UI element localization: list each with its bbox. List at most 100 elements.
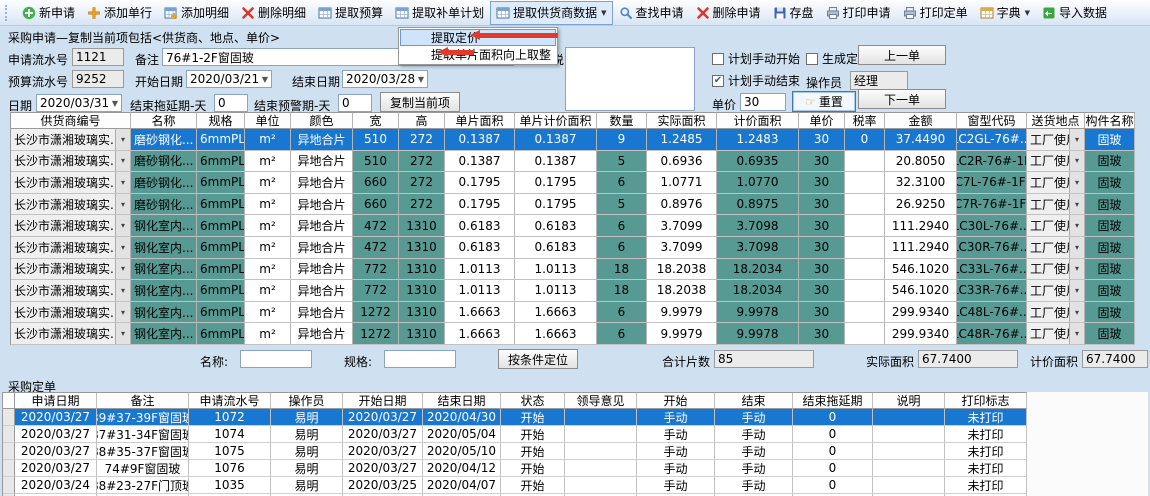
main-table-cell[interactable] (845, 259, 885, 281)
column-header[interactable]: 操作员 (271, 393, 343, 409)
main-table-cell[interactable]: 工厂使用▾ (1027, 151, 1085, 173)
main-table-cell[interactable]: 6 (597, 215, 647, 237)
toolbar-button-add-row[interactable]: 添加单行 (81, 1, 158, 25)
column-header[interactable]: 宽 (353, 113, 399, 129)
main-table-cell[interactable]: 9.9978 (717, 302, 799, 324)
main-table-cell[interactable]: 5 (597, 151, 647, 173)
orders-table-cell[interactable]: 易明 (271, 426, 343, 443)
main-table-cell[interactable]: 20.8050 (885, 151, 957, 173)
main-table-cell[interactable]: 30 (799, 323, 845, 345)
main-table-cell[interactable]: 1.2485 (647, 129, 717, 151)
main-table-cell[interactable]: 0.1387 (515, 151, 597, 173)
orders-table-cell[interactable] (565, 460, 637, 477)
chevron-down-icon[interactable]: ▼ (112, 99, 118, 108)
orders-table-cell[interactable]: 2020/05/04 (423, 426, 501, 443)
orders-table-cell[interactable]: 易明 (271, 460, 343, 477)
main-table-cell[interactable]: 3.7099 (647, 237, 717, 259)
main-table-cell[interactable]: 30 (799, 194, 845, 216)
main-table-cell[interactable]: 0.1387 (515, 129, 597, 151)
main-table-cell[interactable]: 18.2034 (717, 280, 799, 302)
orders-table-cell[interactable] (565, 426, 637, 443)
orders-table-cell[interactable]: 手动 (715, 443, 793, 460)
main-table-cell[interactable]: 0.6935 (717, 151, 799, 173)
chevron-down-icon[interactable]: ▾ (1069, 323, 1084, 344)
main-table-cell[interactable]: 472 (353, 237, 399, 259)
orders-table-cell[interactable]: 0 (793, 460, 873, 477)
toolbar-button-import[interactable]: 导入数据 (1036, 1, 1113, 25)
main-table-cell[interactable]: 3.7099 (647, 215, 717, 237)
main-table-cell[interactable]: LC30R-76#... (957, 237, 1027, 259)
main-table-cell[interactable]: 510 (353, 151, 399, 173)
main-table-cell[interactable]: LC2GL-76#... (957, 129, 1027, 151)
column-header[interactable]: 备注 (97, 393, 189, 409)
main-table-cell[interactable]: 6 (597, 323, 647, 345)
main-table-cell[interactable]: 3.7098 (717, 237, 799, 259)
main-table-cell[interactable]: 1310 (399, 237, 445, 259)
toolbar-button-save[interactable]: 存盘 (767, 1, 820, 25)
chevron-down-icon[interactable]: ▾ (1069, 215, 1084, 236)
orders-table-cell[interactable]: 未打印 (945, 477, 1027, 494)
chevron-down-icon[interactable]: ▼ (1025, 9, 1030, 17)
main-table-cell[interactable]: 钢化室内... (131, 302, 197, 324)
main-table-cell[interactable]: 1310 (399, 323, 445, 345)
orders-table-cell[interactable]: 74#9F窗固玻 (97, 460, 189, 477)
orders-table-cell[interactable]: 1074 (189, 426, 271, 443)
orders-table-cell[interactable]: 0 (793, 443, 873, 460)
orders-table-cell[interactable]: 1072 (189, 409, 271, 426)
main-table-cell[interactable]: LC48R-76#... (957, 323, 1027, 345)
main-table-cell[interactable]: 固玻 (1085, 194, 1135, 216)
main-table-cell[interactable]: 钢化室内... (131, 237, 197, 259)
main-table-cell[interactable]: 18.2038 (647, 280, 717, 302)
main-table-row[interactable]: 长沙市潇湘玻璃实...▾钢化室内...6mmPLE...m²异地合片127213… (11, 323, 1135, 345)
main-table-cell[interactable]: 异地合片 (291, 215, 353, 237)
reset-button[interactable]: ☞ 重置 (792, 91, 856, 112)
orders-table-cell[interactable]: 2020/04/07 (423, 477, 501, 494)
column-header[interactable]: 高 (399, 113, 445, 129)
main-table-cell[interactable]: 1.0113 (515, 259, 597, 281)
main-table-cell[interactable]: 长沙市潇湘玻璃实...▾ (11, 129, 131, 151)
main-table-cell[interactable]: 工厂使用▾ (1027, 237, 1085, 259)
orders-table-cell[interactable] (873, 443, 945, 460)
main-table-cell[interactable]: m² (245, 172, 291, 194)
main-table-cell[interactable]: 工厂使用▾ (1027, 129, 1085, 151)
main-table-cell[interactable] (845, 237, 885, 259)
orders-table-cell[interactable]: 未打印 (945, 426, 1027, 443)
toolbar-button-grid[interactable]: 提取供货商数据▼ (490, 1, 612, 25)
main-table-cell[interactable]: 30 (799, 280, 845, 302)
main-table-row[interactable]: 长沙市潇湘玻璃实...▾钢化室内...6mmPLE...m²异地合片472131… (11, 215, 1135, 237)
menu-item-round-up-area[interactable]: 提取单片面积向上取整 (400, 46, 556, 63)
main-table-cell[interactable]: 异地合片 (291, 259, 353, 281)
orders-table-cell[interactable] (873, 409, 945, 426)
main-table-cell[interactable]: 6mmPLE... (197, 280, 245, 302)
main-table-cell[interactable]: 9.9979 (647, 323, 717, 345)
orders-table-cell[interactable]: 手动 (637, 443, 715, 460)
column-header[interactable]: 状态 (501, 393, 565, 409)
main-table-cell[interactable]: LC7R-76#-1FO (957, 194, 1027, 216)
orders-table-cell[interactable]: 2020/03/25 (343, 477, 423, 494)
main-table-cell[interactable]: m² (245, 194, 291, 216)
main-table-cell[interactable]: 18 (597, 280, 647, 302)
column-header[interactable]: 送货地点 (1027, 113, 1085, 129)
main-table-cell[interactable]: 30 (799, 259, 845, 281)
orders-table-cell[interactable]: 开始 (501, 443, 565, 460)
main-table-cell[interactable]: 0 (845, 129, 885, 151)
orders-table-cell[interactable]: 89#37-39F窗固玻 (97, 409, 189, 426)
orders-table-cell[interactable]: 2020/04/12 (423, 460, 501, 477)
orders-table-cell[interactable]: 88#23-27F门顶玻 (97, 477, 189, 494)
toolbar-button-add-detail[interactable]: 添加明细 (158, 1, 235, 25)
main-table-row[interactable]: 长沙市潇湘玻璃实...▾钢化室内...6mmPLE...m²异地合片127213… (11, 302, 1135, 324)
row-selector[interactable] (3, 477, 15, 494)
main-table-cell[interactable]: LC30L-76#... (957, 215, 1027, 237)
main-table-cell[interactable]: 546.1020 (885, 259, 957, 281)
orders-table-cell[interactable]: 易明 (271, 477, 343, 494)
main-table-cell[interactable] (845, 172, 885, 194)
main-table-cell[interactable]: 30 (799, 129, 845, 151)
main-table-cell[interactable]: 18 (597, 259, 647, 281)
main-table-cell[interactable]: m² (245, 323, 291, 345)
main-table-cell[interactable]: 5 (597, 194, 647, 216)
main-table-cell[interactable]: 1.6663 (515, 302, 597, 324)
chevron-down-icon[interactable]: ▾ (1069, 259, 1084, 280)
main-table-cell[interactable]: 272 (399, 194, 445, 216)
main-table-row[interactable]: 长沙市潇湘玻璃实...▾磨砂钢化...6mmPLE...m²异地合片510272… (11, 129, 1135, 151)
main-table-cell[interactable] (845, 215, 885, 237)
